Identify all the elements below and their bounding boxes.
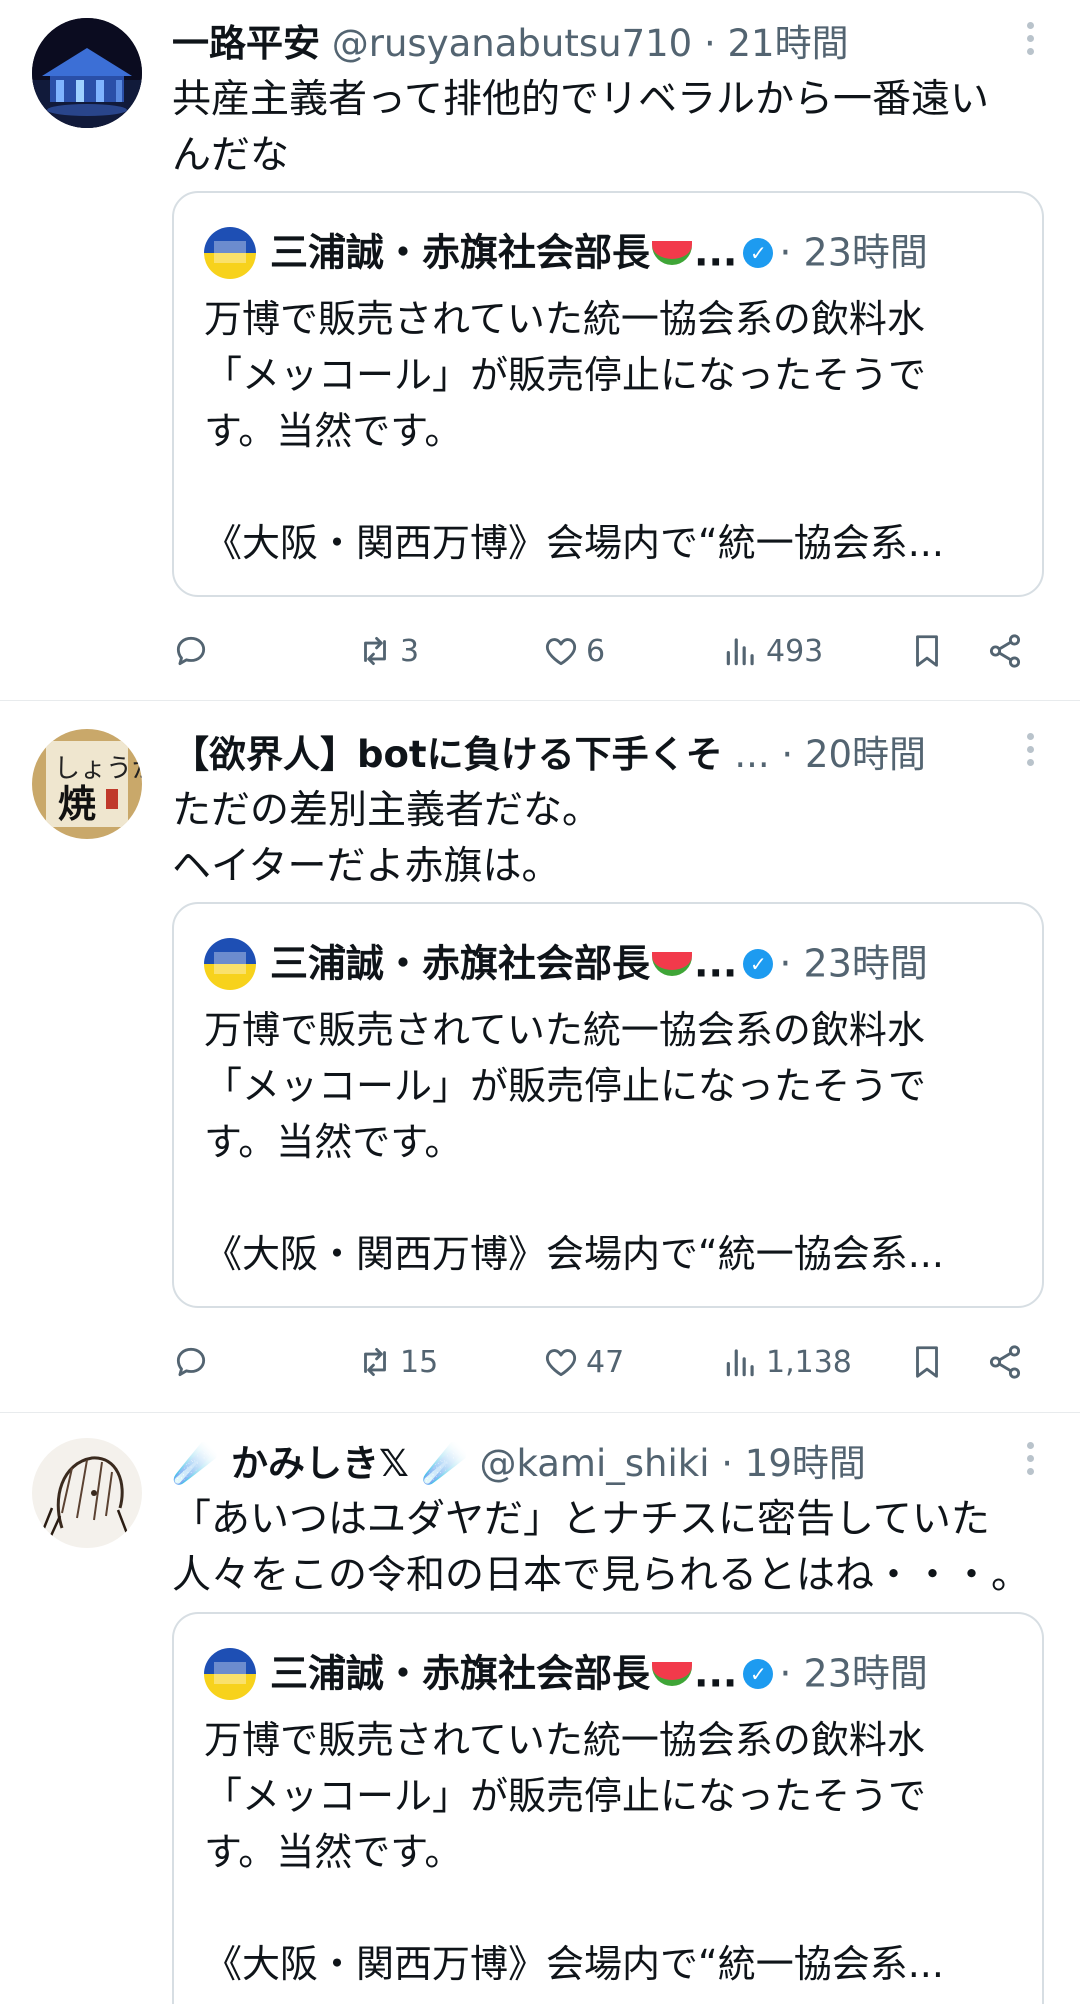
name-truncation: ... <box>694 230 738 275</box>
tweet-text: 共産主義者って排他的でリベラルから一番遠い んだな <box>172 77 990 178</box>
views-button[interactable]: 1,138 <box>722 1334 852 1390</box>
views-chart-icon <box>726 638 754 666</box>
shoga-yaki-avatar-icon: しょうが 焼 <box>32 729 142 839</box>
ukraine-flag-avatar <box>204 1647 256 1700</box>
ukraine-flag-avatar <box>204 226 256 279</box>
watermelon-icon <box>652 240 693 265</box>
sketch-portrait-avatar-icon <box>32 1438 142 1548</box>
name-truncation: ... <box>694 941 738 986</box>
separator-dot: · <box>721 1442 734 1485</box>
tweet-header: ☄️ かみしき𝕏 ☄️ @kami_shiki · 19時間 <box>172 1440 1052 1488</box>
heart-icon <box>545 1349 577 1377</box>
share-button[interactable] <box>986 1334 1024 1390</box>
tweet[interactable]: しょうが 焼 【欲界人】botに負ける下手くそ ... · 20時間 ただの差別… <box>0 700 1080 1413</box>
like-count: 47 <box>586 1344 625 1380</box>
more-options-icon[interactable] <box>1024 1442 1036 1482</box>
retweet-button[interactable]: 3 <box>356 623 419 679</box>
quoted-timestamp: 23時間 <box>803 230 928 275</box>
quoted-tweet-header: 三浦誠・赤旗社会部長... ✓ · 23時間 <box>204 934 1004 990</box>
bookmark-icon <box>916 635 938 667</box>
avatar[interactable] <box>32 1438 142 1548</box>
retweet-icon <box>364 636 386 666</box>
reply-button[interactable] <box>172 1334 210 1390</box>
timestamp[interactable]: 20時間 <box>805 733 926 776</box>
retweet-count: 3 <box>400 633 420 669</box>
quoted-display-name: 三浦誠・赤旗社会部長 <box>270 941 651 986</box>
more-options-icon[interactable] <box>1024 733 1036 773</box>
quoted-separator-dot: · <box>779 941 792 986</box>
tweet[interactable]: ☄️ かみしき𝕏 ☄️ @kami_shiki · 19時間 「あいつはユダヤだ… <box>0 1412 1080 2004</box>
tweet-actions: 15 47 1,138 <box>172 1334 1032 1390</box>
reply-button[interactable] <box>172 623 210 679</box>
user-handle[interactable]: @rusyanabutsu710 <box>332 22 692 65</box>
avatar[interactable]: しょうが 焼 <box>32 729 142 839</box>
watermelon-icon <box>652 951 693 976</box>
quoted-timestamp: 23時間 <box>803 941 928 986</box>
tweet[interactable]: 一路平安 @rusyanabutsu710 · 21時間 共産主義者って排他的で… <box>0 0 1080 701</box>
views-button[interactable]: 493 <box>722 623 823 679</box>
svg-text:焼: 焼 <box>58 781 96 826</box>
tweet-header: 【欲界人】botに負ける下手くそ ... · 20時間 <box>172 731 1052 779</box>
avatar[interactable] <box>32 18 142 128</box>
quoted-separator-dot: · <box>779 230 792 275</box>
quoted-tweet[interactable]: 三浦誠・赤旗社会部長... ✓ · 23時間 万博で販売されていた統一協会系の飲料水… <box>172 1612 1044 2004</box>
timestamp[interactable]: 19時間 <box>745 1442 866 1485</box>
tweet-text: 「あいつはユダヤだ」とナチスに密告していた 人々をこの令和の日本で見られるとはね… <box>172 1497 1031 1598</box>
user-handle[interactable]: ... <box>734 733 769 776</box>
bookmark-button[interactable] <box>908 1334 946 1390</box>
display-name[interactable]: ☄️ かみしき𝕏 ☄️ <box>172 1442 468 1485</box>
bookmark-icon <box>916 1346 938 1378</box>
retweet-count: 15 <box>400 1344 439 1380</box>
like-count: 6 <box>586 633 606 669</box>
verified-badge-icon: ✓ <box>743 948 774 979</box>
verified-badge-icon: ✓ <box>743 1658 774 1689</box>
quoted-tweet-text: 万博で販売されていた統一協会系の飲料水 「メッコール」が販売停止になったそうで … <box>204 297 944 565</box>
quoted-display-name: 三浦誠・赤旗社会部長 <box>270 230 651 275</box>
tweet-text: ただの差別主義者だな。 ヘイターだよ赤旗は。 <box>172 788 602 889</box>
like-button[interactable]: 47 <box>542 1334 624 1390</box>
separator-dot: · <box>781 733 794 776</box>
display-name[interactable]: 一路平安 <box>172 22 320 65</box>
quoted-separator-dot: · <box>779 1651 792 1696</box>
quoted-tweet[interactable]: 三浦誠・赤旗社会部長... ✓ · 23時間 万博で販売されていた統一協会系の飲料水… <box>172 191 1044 597</box>
quoted-tweet-text: 万博で販売されていた統一協会系の飲料水 「メッコール」が販売停止になったそうで … <box>204 1008 944 1276</box>
retweet-icon <box>364 1347 386 1377</box>
tweet-actions: 3 6 493 <box>172 623 1032 679</box>
separator-dot: · <box>703 22 716 65</box>
retweet-button[interactable]: 15 <box>356 1334 438 1390</box>
quoted-tweet-header: 三浦誠・赤旗社会部長... ✓ · 23時間 <box>204 223 1004 279</box>
quoted-timestamp: 23時間 <box>803 1651 928 1696</box>
view-count: 1,138 <box>766 1344 852 1380</box>
bookmark-button[interactable] <box>908 623 946 679</box>
share-button[interactable] <box>986 623 1024 679</box>
quoted-display-name: 三浦誠・赤旗社会部長 <box>270 1651 651 1696</box>
quoted-tweet[interactable]: 三浦誠・赤旗社会部長... ✓ · 23時間 万博で販売されていた統一協会系の飲料水… <box>172 902 1044 1308</box>
user-handle[interactable]: @kami_shiki <box>479 1442 709 1485</box>
night-shrine-avatar-icon <box>32 18 142 128</box>
watermelon-icon <box>652 1661 693 1686</box>
more-options-icon[interactable] <box>1024 22 1036 62</box>
svg-text:しょうが: しょうが <box>54 754 142 784</box>
share-icon <box>989 634 1021 668</box>
views-chart-icon <box>726 1349 754 1377</box>
quoted-tweet-text: 万博で販売されていた統一協会系の飲料水 「メッコール」が販売停止になったそうで … <box>204 1718 944 1986</box>
name-truncation: ... <box>694 1651 738 1696</box>
display-name[interactable]: 【欲界人】botに負ける下手くそ <box>172 733 723 776</box>
view-count: 493 <box>766 633 824 669</box>
tweet-header: 一路平安 @rusyanabutsu710 · 21時間 <box>172 20 1052 68</box>
heart-icon <box>545 638 577 666</box>
reply-icon <box>176 636 206 666</box>
reply-icon <box>176 1347 206 1377</box>
verified-badge-icon: ✓ <box>743 237 774 268</box>
quoted-tweet-header: 三浦誠・赤旗社会部長... ✓ · 23時間 <box>204 1644 1004 1700</box>
share-icon <box>989 1345 1021 1379</box>
like-button[interactable]: 6 <box>542 623 605 679</box>
ukraine-flag-avatar <box>204 937 256 990</box>
timestamp[interactable]: 21時間 <box>728 22 849 65</box>
timeline: 一路平安 @rusyanabutsu710 · 21時間 共産主義者って排他的で… <box>0 0 1080 2004</box>
